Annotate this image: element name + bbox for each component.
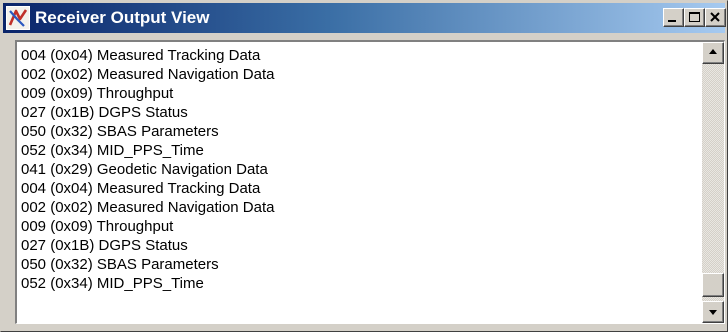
minimize-button[interactable] (663, 8, 684, 27)
list-item[interactable]: 052 (0x34) MID_PPS_Time (21, 274, 697, 293)
scroll-up-button[interactable] (702, 42, 724, 64)
list-item[interactable]: 027 (0x1B) DGPS Status (21, 236, 697, 255)
list-item[interactable]: 050 (0x32) SBAS Parameters (21, 122, 697, 141)
receiver-app-icon[interactable] (6, 6, 30, 30)
scrollbar-thumb[interactable] (702, 273, 724, 297)
scroll-up-arrow-icon (709, 49, 717, 54)
minimize-icon (668, 20, 676, 22)
list-item[interactable]: 004 (0x04) Measured Tracking Data (21, 179, 697, 198)
close-button[interactable] (705, 8, 726, 27)
window-title: Receiver Output View (35, 8, 210, 27)
scroll-down-arrow-icon (709, 310, 717, 315)
maximize-icon (689, 12, 700, 22)
list-item[interactable]: 004 (0x04) Measured Tracking Data (21, 46, 697, 65)
scroll-down-button[interactable] (702, 301, 724, 323)
list-item[interactable]: 027 (0x1B) DGPS Status (21, 103, 697, 122)
list-item[interactable]: 050 (0x32) SBAS Parameters (21, 255, 697, 274)
list-item[interactable]: 009 (0x09) Throughput (21, 217, 697, 236)
vertical-scrollbar[interactable] (702, 42, 724, 323)
window-left-edge (3, 40, 13, 322)
receiver-output-window: Receiver Output View 004 (0x04) Measured… (0, 0, 728, 332)
list-item[interactable]: 009 (0x09) Throughput (21, 84, 697, 103)
message-list[interactable]: 004 (0x04) Measured Tracking Data 002 (0x… (21, 46, 697, 318)
list-item[interactable]: 002 (0x02) Measured Navigation Data (21, 65, 697, 84)
close-icon (710, 12, 720, 22)
title-bar[interactable]: Receiver Output View (3, 3, 726, 33)
list-item[interactable]: 002 (0x02) Measured Navigation Data (21, 198, 697, 217)
list-item[interactable]: 052 (0x34) MID_PPS_Time (21, 141, 697, 160)
maximize-button[interactable] (684, 8, 705, 27)
list-item[interactable]: 041 (0x29) Geodetic Navigation Data (21, 160, 697, 179)
output-list-box[interactable]: 004 (0x04) Measured Tracking Data 002 (0x… (15, 40, 725, 324)
